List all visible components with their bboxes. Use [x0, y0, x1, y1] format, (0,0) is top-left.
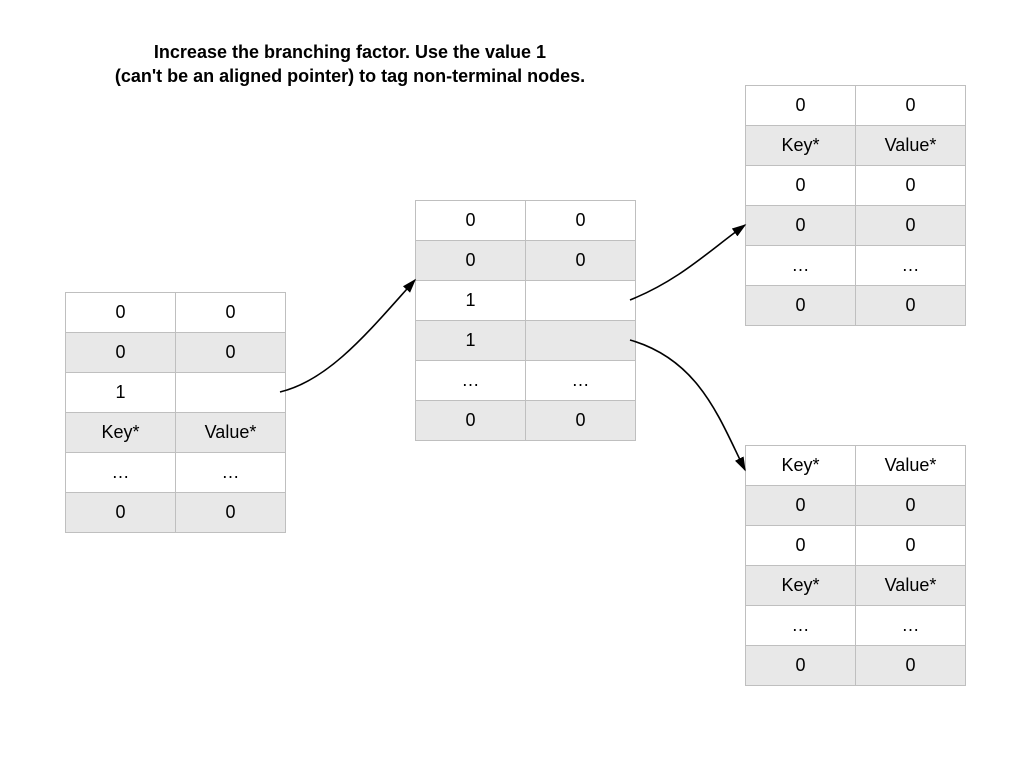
- diagram-title: Increase the branching factor. Use the v…: [40, 40, 660, 89]
- cell: Value*: [176, 413, 286, 453]
- cell: 0: [856, 526, 966, 566]
- cell: 0: [746, 206, 856, 246]
- cell: 0: [526, 201, 636, 241]
- cell: 0: [746, 486, 856, 526]
- cell: Value*: [856, 126, 966, 166]
- cell: 0: [176, 333, 286, 373]
- cell: 0: [66, 333, 176, 373]
- node-table-top-right: 00 Key*Value* 00 00 …… 00: [745, 85, 966, 326]
- cell: 0: [176, 493, 286, 533]
- title-line2: (can't be an aligned pointer) to tag non…: [115, 66, 585, 86]
- cell: Value*: [856, 566, 966, 606]
- node-table-center: 00 00 1 1 …… 00: [415, 200, 636, 441]
- cell: 0: [746, 526, 856, 566]
- cell: 0: [526, 401, 636, 441]
- cell: Key*: [746, 446, 856, 486]
- node-table-bottom-right: Key*Value* 00 00 Key*Value* …… 00: [745, 445, 966, 686]
- cell: 0: [746, 646, 856, 686]
- cell: …: [856, 606, 966, 646]
- cell: …: [526, 361, 636, 401]
- cell: 0: [416, 201, 526, 241]
- cell: 1: [416, 321, 526, 361]
- cell: [526, 281, 636, 321]
- cell: [176, 373, 286, 413]
- cell: Key*: [746, 566, 856, 606]
- cell: …: [746, 606, 856, 646]
- cell: …: [66, 453, 176, 493]
- arrow-center-to-bottom-right: [630, 340, 745, 470]
- cell: 0: [746, 166, 856, 206]
- cell: Key*: [66, 413, 176, 453]
- cell: 1: [416, 281, 526, 321]
- cell: 0: [526, 241, 636, 281]
- cell: 0: [856, 646, 966, 686]
- cell: 1: [66, 373, 176, 413]
- arrow-left-to-center: [280, 280, 415, 392]
- node-table-left: 00 00 1 Key*Value* …… 00: [65, 292, 286, 533]
- cell: 0: [66, 293, 176, 333]
- arrow-center-to-top-right: [630, 225, 745, 300]
- cell: …: [416, 361, 526, 401]
- cell: 0: [856, 166, 966, 206]
- cell: …: [746, 246, 856, 286]
- cell: …: [176, 453, 286, 493]
- cell: …: [856, 246, 966, 286]
- cell: Value*: [856, 446, 966, 486]
- cell: 0: [416, 241, 526, 281]
- cell: 0: [856, 206, 966, 246]
- cell: 0: [856, 286, 966, 326]
- cell: 0: [176, 293, 286, 333]
- cell: 0: [856, 486, 966, 526]
- cell: 0: [746, 286, 856, 326]
- title-line1: Increase the branching factor. Use the v…: [154, 42, 546, 62]
- cell: [526, 321, 636, 361]
- cell: 0: [856, 86, 966, 126]
- cell: 0: [66, 493, 176, 533]
- cell: 0: [416, 401, 526, 441]
- cell: Key*: [746, 126, 856, 166]
- cell: 0: [746, 86, 856, 126]
